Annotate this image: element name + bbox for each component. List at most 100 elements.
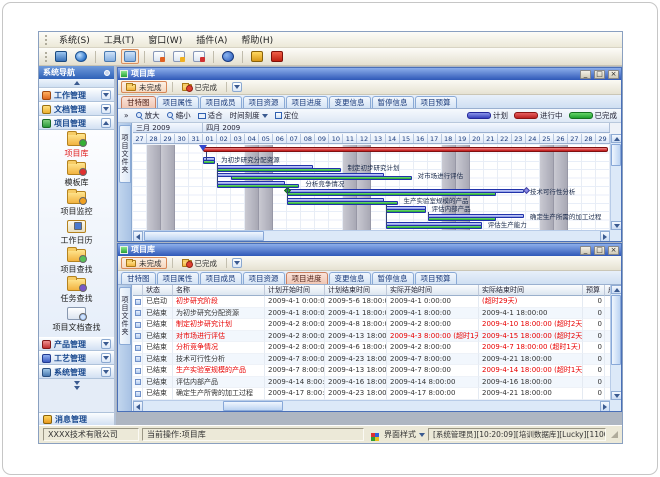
actual-bar-确定生产所需的加工过程[interactable] <box>428 217 496 221</box>
column-header-实际开始时间[interactable]: 实际开始时间 <box>387 285 479 296</box>
gantt-horizontal-scrollbar[interactable] <box>133 230 610 241</box>
tab-项目进度[interactable]: 项目进度 <box>286 96 328 108</box>
tab-暂停信息[interactable]: 暂停信息 <box>372 272 414 284</box>
tab-项目资源[interactable]: 项目资源 <box>243 96 285 108</box>
column-header-计划结束时间[interactable]: 计划结束时间 <box>325 285 387 296</box>
minimize-button[interactable]: _ <box>580 246 591 255</box>
tab-项目资源[interactable]: 项目资源 <box>243 272 285 284</box>
tab-甘特图[interactable]: 甘特图 <box>121 272 156 284</box>
group-toggle-button[interactable] <box>101 353 111 363</box>
folder-save-button[interactable] <box>121 49 139 64</box>
table-row[interactable]: 已结束确定生产所需的加工过程2009-4-17 8:00:002009-4-23… <box>133 388 610 400</box>
menu-item[interactable]: 系统(S) <box>52 32 97 47</box>
tab-变更信息[interactable]: 变更信息 <box>329 96 371 108</box>
table-row[interactable]: 已结束评估内部产品2009-4-14 8:00:002009-4-16 18:0… <box>133 377 610 389</box>
tab-项目进度[interactable]: 项目进度 <box>286 272 328 284</box>
toolbar-grip-handle[interactable] <box>45 52 48 62</box>
actual-bar-评估内部产品[interactable] <box>386 209 426 213</box>
zoom-out-button[interactable]: 缩小 <box>165 110 193 121</box>
actual-bar-制定初步研究计划[interactable] <box>217 168 341 172</box>
tab-暂停信息[interactable]: 暂停信息 <box>372 96 414 108</box>
maximize-button[interactable]: □ <box>594 246 605 255</box>
report-delete-button[interactable] <box>190 49 208 64</box>
minimize-button[interactable]: _ <box>580 70 591 79</box>
table-row[interactable]: 已结束对市场进行评估2009-4-2 8:00:002009-4-13 18:0… <box>133 331 610 343</box>
tab-变更信息[interactable]: 变更信息 <box>329 272 371 284</box>
sidebar-group-文档管理[interactable]: 文档管理 <box>39 102 114 116</box>
filter-未完成[interactable]: 未完成 <box>121 81 167 93</box>
actual-bar-评估生产能力[interactable] <box>386 225 482 229</box>
scroll-right-arrow[interactable] <box>600 231 610 242</box>
sidebar-item-项目监控[interactable]: 项目监控 <box>39 191 114 217</box>
scroll-left-arrow[interactable] <box>133 401 143 412</box>
column-header-实际结束时间[interactable]: 实际结束时间 <box>479 285 583 296</box>
tab-项目预算[interactable]: 项目预算 <box>415 272 457 284</box>
report-view-button[interactable] <box>170 49 188 64</box>
table-vertical-scrollbar[interactable] <box>610 285 621 400</box>
menu-item[interactable]: 帮助(H) <box>234 32 280 47</box>
exit-button[interactable] <box>268 49 286 64</box>
table-row[interactable]: 已结束分析竞争情况2009-4-2 8:00:002009-4-6 18:00:… <box>133 342 610 354</box>
column-header-select[interactable] <box>133 285 143 296</box>
close-button[interactable]: × <box>608 246 619 255</box>
column-header-预算[interactable]: 预算 <box>583 285 605 296</box>
maximize-button[interactable]: □ <box>594 70 605 79</box>
tab-项目成员[interactable]: 项目成员 <box>200 272 242 284</box>
folder-open-button[interactable] <box>101 49 119 64</box>
menu-item[interactable]: 插件(A) <box>189 32 234 47</box>
gantt-window-titlebar[interactable]: 项目库 _ □ × <box>118 68 621 80</box>
tab-项目成员[interactable]: 项目成员 <box>200 96 242 108</box>
group-toggle-button[interactable] <box>101 104 111 114</box>
sidebar-item-项目查找[interactable]: 项目查找 <box>39 249 114 275</box>
menu-item[interactable]: 窗口(W) <box>141 32 189 47</box>
filter-已完成[interactable]: 已完成 <box>178 257 222 269</box>
tab-项目属性[interactable]: 项目属性 <box>157 96 199 108</box>
sidebar-group-系统管理[interactable]: 系统管理 <box>39 365 114 379</box>
sidebar-item-任务查找[interactable]: 任务查找 <box>39 278 114 304</box>
time-scale-dropdown[interactable]: 时间刻度 <box>228 110 270 121</box>
column-header-状态[interactable]: 状态 <box>143 285 173 296</box>
menu-item[interactable]: 工具(T) <box>97 32 142 47</box>
table-horizontal-scrollbar[interactable] <box>133 400 610 411</box>
sidebar-group-工艺管理[interactable]: 工艺管理 <box>39 351 114 365</box>
tab-甘特图[interactable]: 甘特图 <box>121 96 156 108</box>
project-folder-side-tab[interactable]: 项目文件夹 <box>119 287 131 345</box>
more-buttons-chevron[interactable]: » <box>122 111 131 120</box>
scroll-up-arrow[interactable] <box>611 285 622 294</box>
tab-项目属性[interactable]: 项目属性 <box>157 272 199 284</box>
table-row[interactable]: 已结束制定初步研究计划2009-4-2 8:00:002009-4-8 18:0… <box>133 319 610 331</box>
zoom-in-button[interactable]: 放大 <box>134 110 162 121</box>
globe-button[interactable] <box>72 49 90 64</box>
scrollbar-thumb[interactable] <box>144 231 264 241</box>
sidebar-tab-message[interactable]: 消息管理 <box>39 412 114 425</box>
filter-已完成[interactable]: 已完成 <box>178 81 222 93</box>
sidebar-group-产品管理[interactable]: 产品管理 <box>39 337 114 351</box>
sidebar-item-项目文档查找[interactable]: 项目文档查找 <box>39 307 114 333</box>
sidebar-collapse-button[interactable] <box>39 79 114 88</box>
project-folder-side-tab[interactable]: 项目文件夹 <box>119 125 131 183</box>
table-row[interactable]: 已启动初步研究阶段2009-4-1 0:00:002009-5-6 18:00:… <box>133 296 610 308</box>
fit-button[interactable]: 适合 <box>196 110 225 121</box>
scrollbar-thumb[interactable] <box>611 144 621 166</box>
sidebar-item-项目库[interactable]: 项目库 <box>39 133 114 159</box>
menu-grip-handle[interactable] <box>45 35 48 45</box>
sidebar-item-模板库[interactable]: 模板库 <box>39 162 114 188</box>
column-header-名称[interactable]: 名称 <box>173 285 265 296</box>
progress-window-titlebar[interactable]: 项目库 _ □ × <box>118 244 621 256</box>
scroll-up-arrow[interactable] <box>611 134 622 143</box>
lock-button[interactable] <box>248 49 266 64</box>
gantt-vertical-scrollbar[interactable] <box>610 134 621 230</box>
close-button[interactable]: × <box>608 70 619 79</box>
group-toggle-button[interactable] <box>101 339 111 349</box>
group-toggle-button[interactable] <box>101 367 111 377</box>
locate-button[interactable]: 定位 <box>273 110 301 121</box>
table-row[interactable]: 已结束技术可行性分析2009-4-7 8:00:002009-4-23 18:0… <box>133 354 610 366</box>
sidebar-group-工作管理[interactable]: 工作管理 <box>39 88 114 102</box>
sidebar-item-工作日历[interactable]: 工作日历 <box>39 220 114 246</box>
scroll-right-arrow[interactable] <box>600 401 610 412</box>
scrollbar-thumb[interactable] <box>611 295 621 365</box>
report-add-button[interactable] <box>150 49 168 64</box>
group-toggle-button[interactable] <box>101 118 111 128</box>
scrollbar-thumb[interactable] <box>223 401 283 411</box>
scroll-down-arrow[interactable] <box>611 391 622 400</box>
